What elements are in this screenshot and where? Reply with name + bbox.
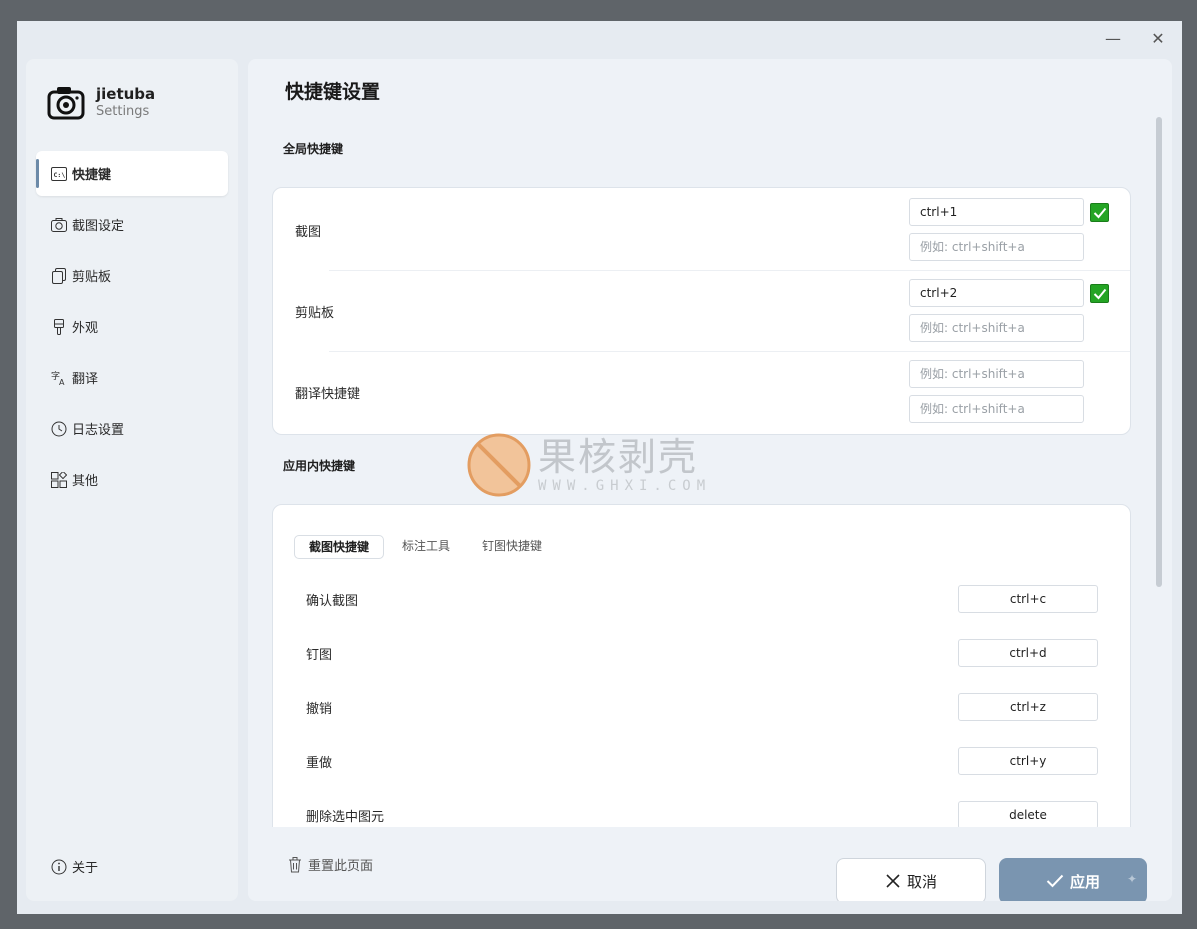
screenshot-hotkey-alt-field[interactable]: 例如: ctrl+shift+a (909, 233, 1084, 261)
watermark-logo-icon (467, 433, 531, 497)
sidebar-item-screenshot[interactable]: 截图设定 (36, 202, 228, 247)
terminal-icon: C:\ (50, 165, 68, 183)
footer-bar: 重置此页面 取消 应用 ✦ (248, 827, 1172, 901)
sidebar-item-label: 日志设置 (72, 423, 125, 438)
apply-button[interactable]: 应用 ✦ (999, 858, 1147, 901)
translate-hotkey-field[interactable]: 例如: ctrl+shift+a (909, 360, 1084, 388)
minimize-button[interactable]: — (1098, 27, 1128, 49)
watermark: 果核剥壳 WWW.GHXI.COM (466, 432, 711, 498)
checkbox-checked[interactable] (1090, 284, 1109, 303)
global-section-title: 全局快捷键 (283, 142, 344, 156)
tab-pin-hotkeys[interactable]: 钉图快捷键 (468, 535, 556, 559)
scrollbar-thumb[interactable] (1156, 117, 1162, 587)
camera-logo-icon (47, 87, 85, 120)
translate-hotkey-alt-field[interactable]: 例如: ctrl+shift+a (909, 395, 1084, 423)
row-label: 翻译快捷键 (295, 387, 361, 402)
sidebar-item-label: 翻译 (72, 372, 99, 387)
app-row-label: 确认截图 (306, 594, 359, 609)
checkbox-checked[interactable] (1090, 203, 1109, 222)
sidebar-item-hotkeys[interactable]: C:\ 快捷键 (36, 151, 228, 196)
history-icon (50, 420, 68, 438)
delete-element-key[interactable]: delete (958, 801, 1098, 829)
sidebar-item-label: 截图设定 (72, 219, 125, 234)
sidebar-item-label: 剪贴板 (72, 270, 112, 285)
svg-text:C:\: C:\ (54, 171, 66, 179)
app-row-label: 撤销 (306, 702, 333, 717)
app-row-label: 钉图 (306, 648, 333, 663)
cancel-label: 取消 (906, 872, 937, 891)
clipboard-hotkey-alt-field[interactable]: 例如: ctrl+shift+a (909, 314, 1084, 342)
sidebar-nav: C:\ 快捷键 截图设定 剪贴板 外观 字 A 翻译 日志设置 其他 (36, 151, 228, 508)
row-label: 剪贴板 (295, 306, 335, 321)
app-subtitle: Settings (96, 104, 150, 119)
reset-label: 重置此页面 (308, 859, 374, 874)
sidebar-item-log[interactable]: 日志设置 (36, 406, 228, 451)
about-link[interactable]: 关于 (50, 857, 98, 876)
sidebar-item-appearance[interactable]: 外观 (36, 304, 228, 349)
reset-page-button[interactable]: 重置此页面 (286, 855, 373, 874)
app-row-label: 重做 (306, 756, 333, 771)
sidebar-item-clipboard[interactable]: 剪贴板 (36, 253, 228, 298)
tab-annotation-tools[interactable]: 标注工具 (388, 535, 464, 559)
sparkle-icon: ✦ (1126, 872, 1137, 886)
watermark-cn: 果核剥壳 (538, 435, 699, 479)
undo-key[interactable]: ctrl+z (958, 693, 1098, 721)
app-name: jietuba (96, 85, 156, 103)
apps-icon (50, 471, 68, 489)
sidebar-item-label: 快捷键 (72, 168, 112, 183)
screenshot-hotkey-field[interactable]: ctrl+1 (909, 198, 1084, 226)
pin-key[interactable]: ctrl+d (958, 639, 1098, 667)
redo-key[interactable]: ctrl+y (958, 747, 1098, 775)
app-hotkeys-card: 截图快捷键 标注工具 钉图快捷键 确认截图 ctrl+c 钉图 ctrl+d 撤… (272, 504, 1131, 864)
close-button[interactable]: ✕ (1143, 27, 1173, 49)
hotkey-row-screenshot: 截图 ctrl+1 例如: ctrl+shift+a (273, 188, 1130, 271)
cancel-button[interactable]: 取消 (836, 858, 986, 901)
apply-label: 应用 (1069, 872, 1100, 891)
app-section-title: 应用内快捷键 (283, 459, 356, 473)
close-icon (886, 874, 900, 888)
sidebar-item-translate[interactable]: 字A 翻译 (36, 355, 228, 400)
app-header: jietuba Settings (46, 83, 155, 123)
confirm-screenshot-key[interactable]: ctrl+c (958, 585, 1098, 613)
hotkey-row-translate: 翻译快捷键 例如: ctrl+shift+a 例如: ctrl+shift+a (273, 351, 1130, 435)
page-title: 快捷键设置 (285, 81, 381, 103)
translate-icon: 字A (50, 369, 68, 387)
sidebar-item-other[interactable]: 其他 (36, 457, 228, 502)
sidebar-item-label: 其他 (72, 474, 99, 489)
clipboard-icon (50, 267, 68, 285)
hotkey-row-clipboard: 剪贴板 ctrl+2 例如: ctrl+shift+a (273, 270, 1130, 352)
tab-screenshot-hotkeys[interactable]: 截图快捷键 (294, 535, 385, 559)
global-hotkeys-card: 截图 ctrl+1 例如: ctrl+shift+a 剪贴板 ctrl+2 例如… (272, 187, 1131, 435)
hotkey-tabs: 截图快捷键 标注工具 钉图快捷键 (294, 535, 560, 559)
svg-text:A: A (59, 378, 65, 386)
about-label: 关于 (72, 861, 99, 876)
row-label: 截图 (295, 225, 322, 240)
paintbrush-icon (50, 318, 68, 336)
sidebar: jietuba Settings C:\ 快捷键 截图设定 剪贴板 外观 字 A… (26, 59, 238, 901)
app-row-label: 删除选中图元 (306, 810, 385, 825)
watermark-en: WWW.GHXI.COM (538, 478, 712, 494)
camera-icon (50, 216, 68, 234)
trash-icon (286, 856, 304, 874)
check-icon (1046, 874, 1064, 888)
clipboard-hotkey-field[interactable]: ctrl+2 (909, 279, 1084, 307)
sidebar-item-label: 外观 (72, 321, 99, 336)
info-icon (50, 858, 68, 876)
